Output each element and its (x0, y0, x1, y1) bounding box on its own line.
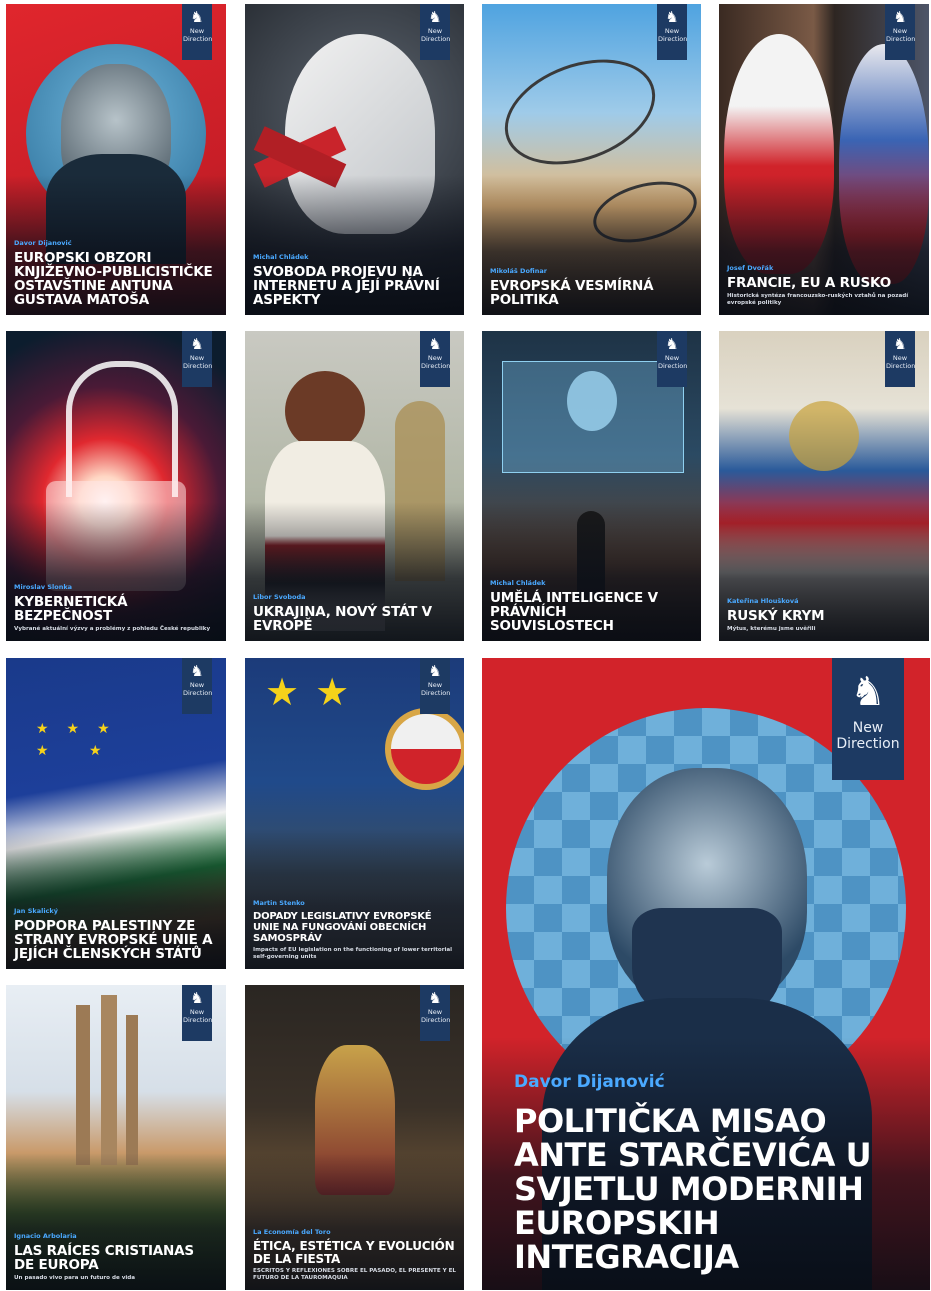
cover-subtitle: Un pasado vivo para un futuro de vida (14, 1275, 136, 1281)
brand-logo: ♞ New Direction (885, 4, 915, 60)
brand-name: New Direction (183, 681, 213, 697)
book-cover-podpora-palestiny[interactable]: ★★★ ★ ★ ♞ New Direction Jan Skalický PODPO… (6, 658, 226, 969)
cover-title: UKRAJINA, NOVÝ STÁT V EVROPĚ (253, 604, 432, 634)
brand-logo: ♞ New Direction (420, 658, 450, 714)
book-cover-etica-estetica[interactable]: ♞ New Direction La Economía del Toro ÉTIC… (245, 985, 464, 1290)
lion-icon: ♞ (850, 669, 886, 715)
lion-icon: ♞ (190, 8, 204, 26)
cover-title: PODPORA PALESTINY ZE STRANY EVROPSKÉ UNI… (14, 918, 213, 962)
cover-author: Ignacio Arbolaria (14, 1232, 77, 1240)
brand-logo: ♞ New Direction (420, 4, 450, 60)
cover-author: Jan Skalický (14, 907, 58, 915)
brand-logo: ♞ New Direction (182, 331, 212, 387)
cover-text: Mikoláš Dofinar EVROPSKÁ VESMÍRNÁ POLITI… (490, 267, 693, 307)
brand-logo: ♞ New Direction (832, 658, 904, 780)
cover-subtitle: ESCRITOS Y REFLEXIONES SOBRE EL PASADO, … (253, 1268, 456, 1281)
lion-icon: ♞ (665, 8, 679, 26)
cover-title: UMĚLÁ INTELIGENCE V PRÁVNÍCH SOUVISLOSTE… (490, 590, 658, 634)
cover-text: Martin Stenko DOPADY LEGISLATIVY EVROPSK… (253, 899, 456, 961)
cover-text: Michal Chládek UMĚLÁ INTELIGENCE V PRÁVN… (490, 579, 693, 633)
cover-title: KYBERNETICKÁ BEZPEČNOST (14, 594, 128, 624)
book-cover-dopady-legislativy[interactable]: ★★ ♞ New Direction Martin Stenko DOPADY L… (245, 658, 464, 969)
book-cover-vesmirna-politika[interactable]: ♞ New Direction Mikoláš Dofinar EVROPSKÁ … (482, 4, 701, 315)
book-cover-francie-eu-rusko[interactable]: ♞ New Direction Josef Dvořák FRANCIE, EU … (719, 4, 929, 315)
brand-name: New Direction (658, 27, 688, 43)
cover-subtitle: Impacts of EU legislation on the functio… (253, 947, 453, 960)
brand-name: New Direction (183, 354, 213, 370)
cover-subtitle: Mýtus, kterému jsme uvěřili (727, 626, 816, 632)
book-cover-umela-inteligence[interactable]: ♞ New Direction Michal Chládek UMĚLÁ INTE… (482, 331, 701, 641)
brand-logo: ♞ New Direction (657, 4, 687, 60)
cover-text: Kateřina Hloušková RUSKÝ KRYM Mýtus, kte… (727, 597, 921, 633)
brand-logo: ♞ New Direction (182, 985, 212, 1041)
book-cover-kyberneticka-bezpecnost[interactable]: ♞ New Direction Miroslav Slonka KYBERNETI… (6, 331, 226, 641)
brand-name: New Direction (886, 27, 916, 43)
lion-icon: ♞ (428, 8, 442, 26)
brand-logo: ♞ New Direction (885, 331, 915, 387)
brand-logo: ♞ New Direction (657, 331, 687, 387)
book-cover-rusky-krym[interactable]: ♞ New Direction Kateřina Hloušková RUSKÝ … (719, 331, 929, 641)
book-cover-svoboda-projevu[interactable]: ♞ New Direction Michal Chládek SVOBODA PR… (245, 4, 464, 315)
cover-author: Kateřina Hloušková (727, 597, 799, 605)
cover-text: La Economía del Toro ÉTICA, ESTÉTICA Y E… (253, 1228, 456, 1282)
brand-name: New Direction (886, 354, 916, 370)
cover-author: Martin Stenko (253, 899, 305, 907)
cover-author: La Economía del Toro (253, 1228, 331, 1236)
book-cover-las-raices[interactable]: ♞ New Direction Ignacio Arbolaria LAS RAÍ… (6, 985, 226, 1290)
cover-author: Michal Chládek (490, 579, 546, 587)
lion-icon: ♞ (428, 989, 442, 1007)
cover-text: Davor Dijanović POLITIČKA MISAO ANTE STA… (514, 1072, 908, 1274)
brand-name: New Direction (836, 720, 900, 752)
cover-title: EUROPSKI OBZORI KNJIŽEVNO-PUBLICISTIČKE … (14, 250, 213, 308)
brand-logo: ♞ New Direction (420, 985, 450, 1041)
cover-author: Libor Svoboda (253, 593, 306, 601)
lion-icon: ♞ (893, 335, 907, 353)
cover-title: DOPADY LEGISLATIVY EVROPSKÉ UNIE NA FUNG… (253, 911, 432, 944)
lion-icon: ♞ (893, 8, 907, 26)
lion-icon: ♞ (190, 662, 204, 680)
brand-logo: ♞ New Direction (182, 658, 212, 714)
brand-name: New Direction (183, 27, 213, 43)
cover-text: Miroslav Slonka KYBERNETICKÁ BEZPEČNOST … (14, 583, 218, 633)
star-icon: ★★★ ★ ★ (36, 721, 128, 759)
lion-icon: ♞ (190, 335, 204, 353)
lion-icon: ♞ (428, 662, 442, 680)
brand-name: New Direction (658, 354, 688, 370)
cover-title: SVOBODA PROJEVU NA INTERNETU A JEJÍ PRÁV… (253, 264, 440, 308)
cover-title: ÉTICA, ESTÉTICA Y EVOLUCIÓN DE LA FIESTA (253, 1239, 455, 1266)
brand-name: New Direction (421, 27, 451, 43)
brand-logo: ♞ New Direction (420, 331, 450, 387)
cover-author: Josef Dvořák (727, 264, 774, 272)
star-icon: ★★ (265, 670, 366, 714)
cover-title: FRANCIE, EU A RUSKO (727, 275, 891, 291)
brand-name: New Direction (421, 1008, 451, 1024)
cover-title: RUSKÝ KRYM (727, 608, 825, 624)
lion-icon: ♞ (428, 335, 442, 353)
cover-author: Mikoláš Dofinar (490, 267, 547, 275)
lion-icon: ♞ (665, 335, 679, 353)
book-cover-ukrajina[interactable]: ♞ New Direction Libor Svoboda UKRAJINA, N… (245, 331, 464, 641)
cover-text: Josef Dvořák FRANCIE, EU A RUSKO Histori… (727, 264, 921, 307)
cover-text: Ignacio Arbolaria LAS RAÍCES CRISTIANAS … (14, 1232, 218, 1282)
cover-title: LAS RAÍCES CRISTIANAS DE EUROPA (14, 1243, 194, 1273)
brand-name: New Direction (421, 681, 451, 697)
brand-name: New Direction (183, 1008, 213, 1024)
cover-text: Libor Svoboda UKRAJINA, NOVÝ STÁT V EVRO… (253, 593, 456, 633)
book-cover-matos[interactable]: ♞ New Direction Davor Dijanović EUROPSKI … (6, 4, 226, 315)
cover-author: Davor Dijanović (14, 239, 72, 247)
cover-text: Jan Skalický PODPORA PALESTINY ZE STRANY… (14, 907, 218, 961)
book-cover-politicka-misao-featured[interactable]: ♞ New Direction Davor Dijanović POLITIČKA… (482, 658, 930, 1290)
cover-author: Michal Chládek (253, 253, 309, 261)
cover-author: Miroslav Slonka (14, 583, 73, 591)
cover-title: EVROPSKÁ VESMÍRNÁ POLITIKA (490, 278, 654, 308)
cover-subtitle: Vybrané aktuální výzvy a problémy z pohl… (14, 626, 211, 632)
brand-name: New Direction (421, 354, 451, 370)
cover-author: Davor Dijanović (514, 1072, 665, 1092)
cover-text: Michal Chládek SVOBODA PROJEVU NA INTERN… (253, 253, 456, 307)
cover-text: Davor Dijanović EUROPSKI OBZORI KNJIŽEVN… (14, 239, 218, 307)
brand-logo: ♞ New Direction (182, 4, 212, 60)
lion-icon: ♞ (190, 989, 204, 1007)
cover-title: POLITIČKA MISAO ANTE STARČEVIĆA U SVJETL… (514, 1102, 872, 1276)
cover-subtitle: Historická syntéza francouzsko-ruských v… (727, 293, 909, 306)
